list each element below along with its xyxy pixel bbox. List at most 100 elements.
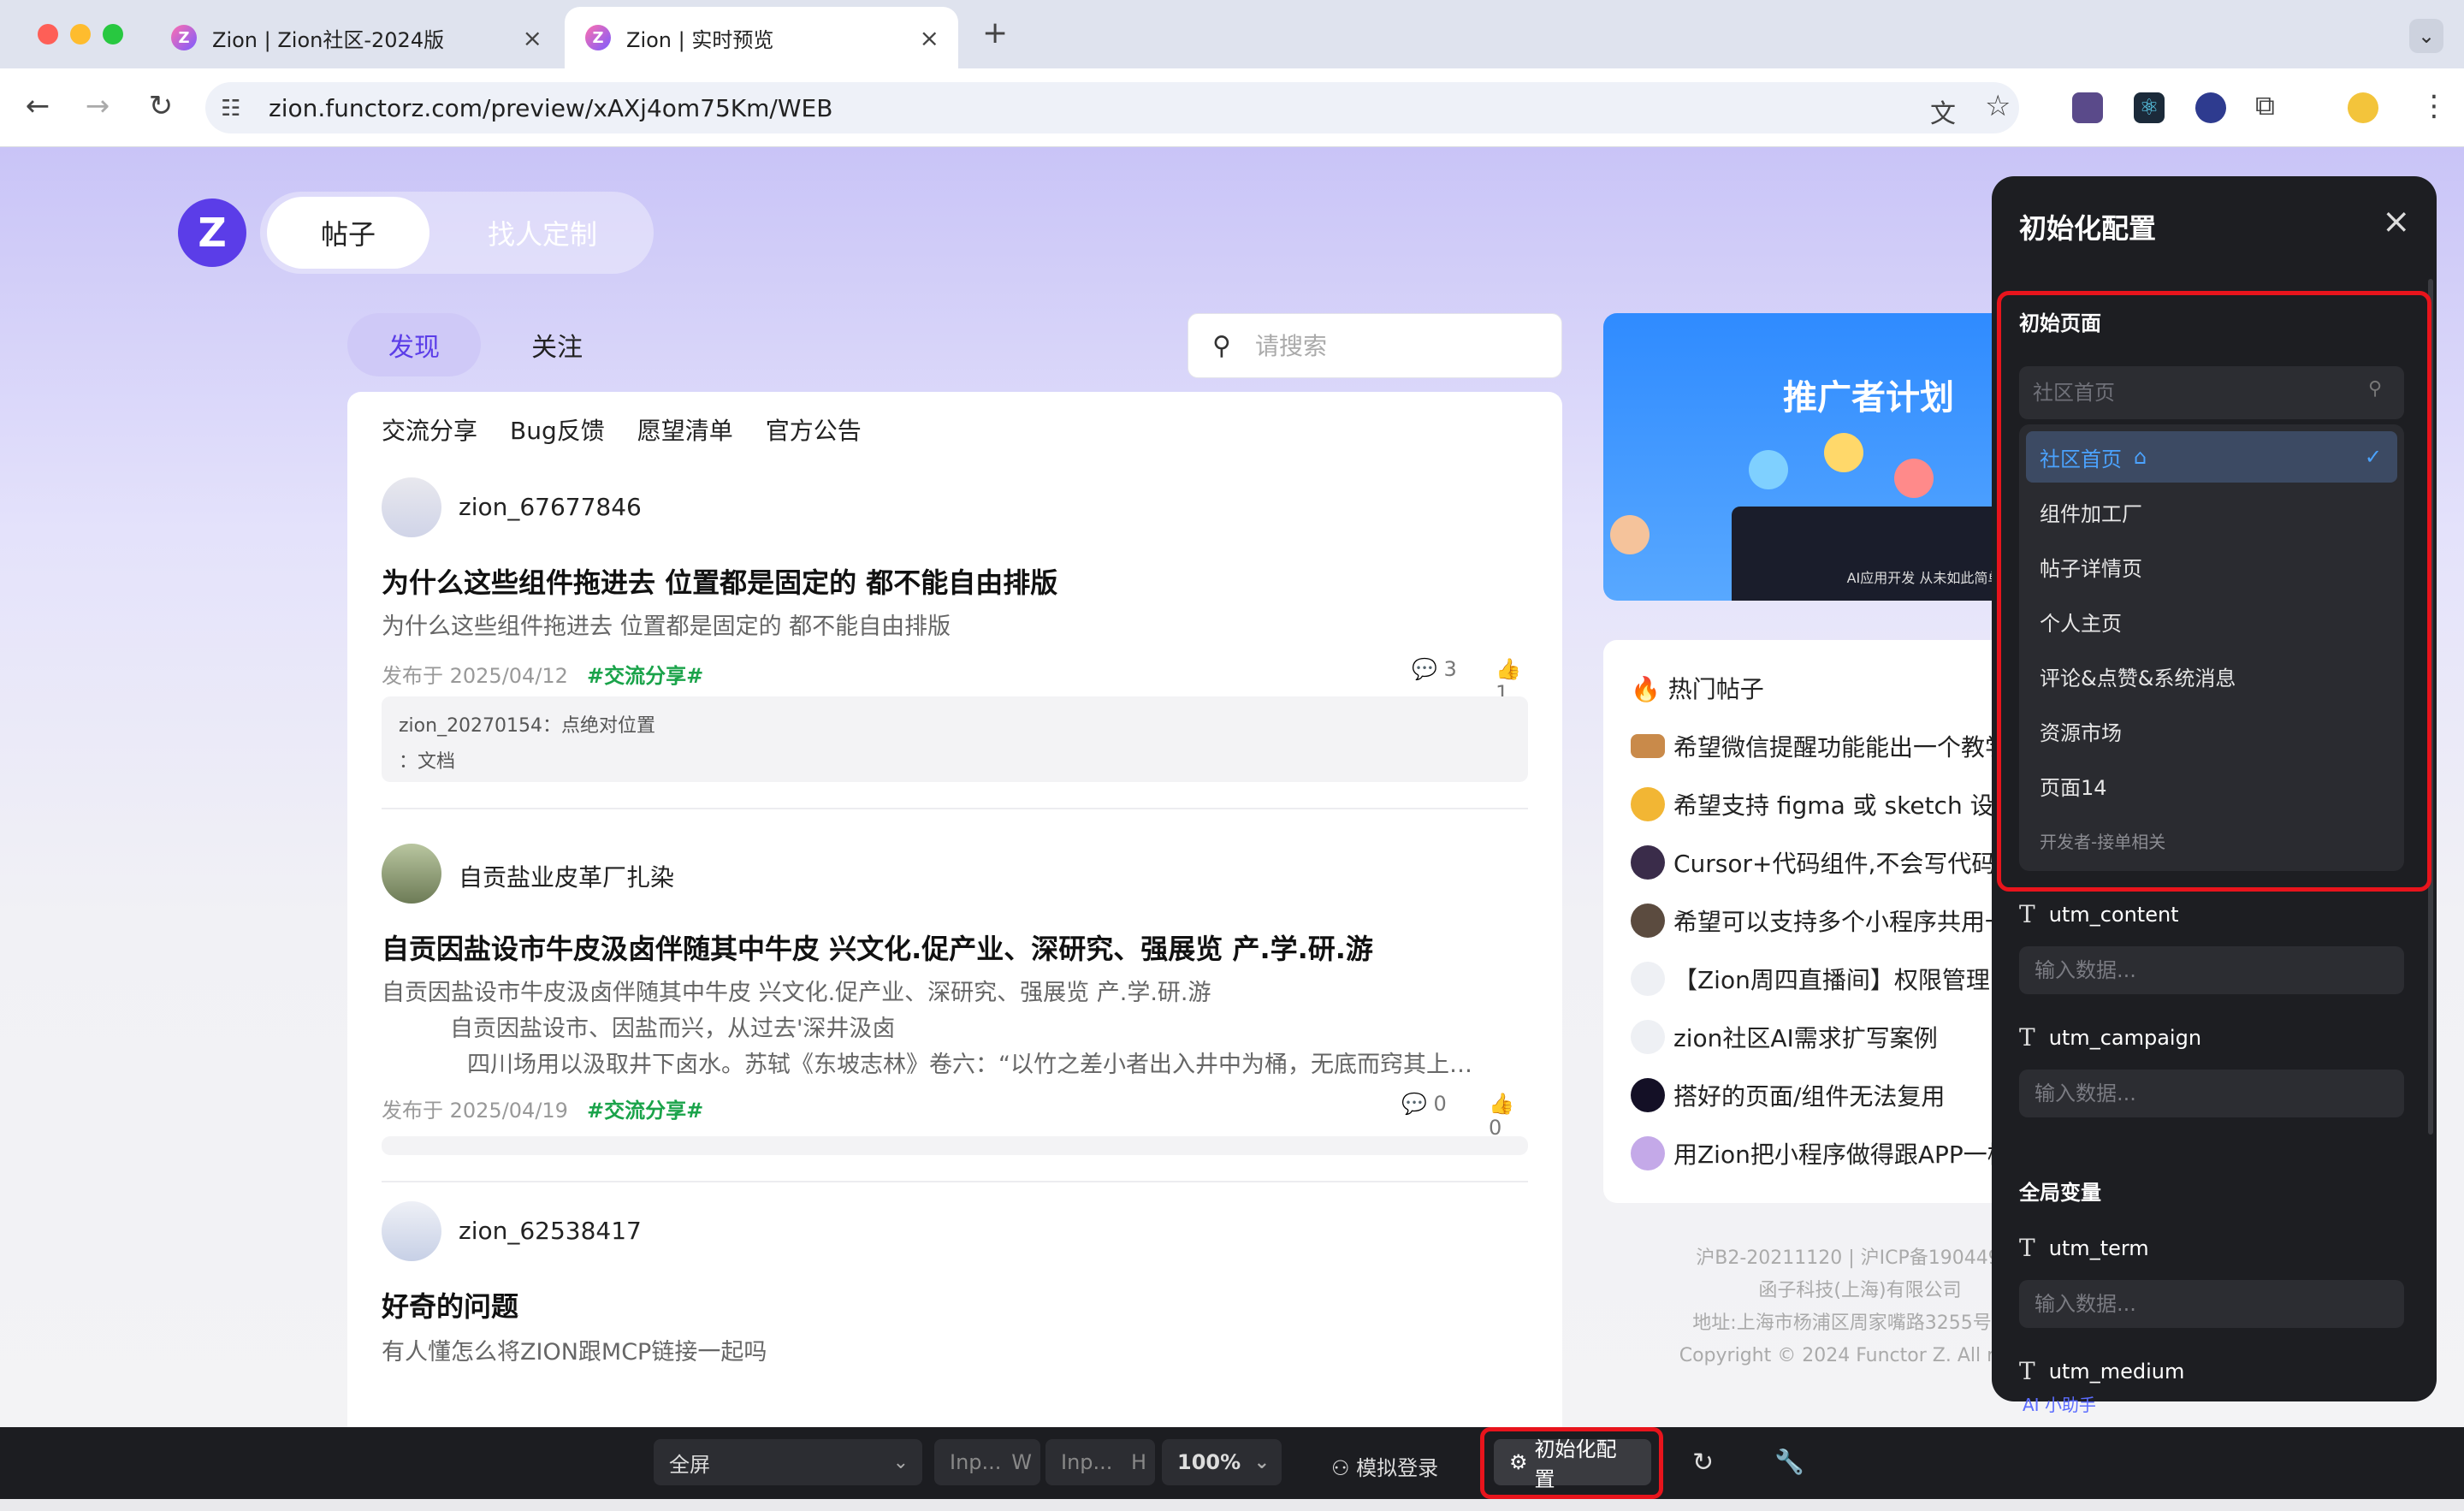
tab-following[interactable]: 关注 [490, 313, 624, 376]
category-announcement[interactable]: 官方公告 [766, 412, 862, 447]
post-author[interactable]: zion_67677846 [459, 493, 642, 521]
minimize-window-button[interactable] [70, 24, 91, 44]
text-type-icon: T [2019, 1357, 2035, 1385]
hot-post-item[interactable]: 【Zion周四直播间】权限管理 [1631, 962, 1990, 996]
comment-count-value: 0 [1433, 1092, 1447, 1116]
global-var-name: utm_term [2048, 1235, 2149, 1260]
mock-login-button[interactable]: ⚇ 模拟登录 [1331, 1451, 1438, 1481]
avatar[interactable] [382, 477, 441, 537]
back-arrow-icon[interactable]: ← [19, 89, 56, 123]
post-card[interactable]: zion_62538417 好奇的问题 有人懂怎么将ZION跟MCP链接一起吗 [382, 1201, 1528, 1427]
avatar[interactable] [382, 844, 441, 904]
height-unit: H [1130, 1450, 1146, 1474]
browser-menu-icon[interactable]: ⋮ [2420, 89, 2449, 123]
hot-post-item[interactable]: 用Zion把小程序做得跟APP一样 [1631, 1136, 2011, 1170]
avatar [1631, 845, 1665, 880]
avatar [1610, 515, 1650, 554]
chevron-down-icon: ⌄ [1253, 1451, 1270, 1473]
param-label: Tutm_content [2019, 900, 2179, 928]
extension-3-icon[interactable] [2195, 92, 2226, 123]
tab-discover[interactable]: 发现 [347, 313, 481, 376]
avatar[interactable] [382, 1201, 441, 1261]
utm-campaign-input[interactable] [2019, 1070, 2404, 1117]
category-bug[interactable]: Bug反馈 [510, 412, 605, 447]
maximize-window-button[interactable] [103, 24, 123, 44]
post-feed: 交流分享 Bug反馈 愿望清单 官方公告 zion_67677846 为什么这些… [347, 392, 1562, 1427]
bookmark-star-icon[interactable]: ☆ [1985, 89, 2011, 123]
hot-post-title: 【Zion周四直播间】权限管理 [1673, 966, 1990, 994]
param-name: utm_campaign [2048, 1025, 2202, 1050]
like-count[interactable]: 👍 0 [1489, 1092, 1528, 1140]
post-tag[interactable]: #交流分享# [587, 659, 703, 689]
hot-post-title: 搭好的页面/组件无法复用 [1673, 1082, 1946, 1111]
tab-list-chevron-icon[interactable]: ⌄ [2409, 19, 2443, 53]
react-devtools-icon[interactable]: ⚛ [2134, 92, 2165, 123]
post-title[interactable]: 为什么这些组件拖进去 位置都是固定的 都不能自由排版 [382, 561, 1057, 601]
hot-post-title: 希望支持 figma 或 sketch 设计 [1673, 791, 2018, 820]
search-icon: ⚲ [1212, 331, 1231, 361]
comment-icon: 💬 [1401, 1092, 1427, 1116]
mock-login-label: 模拟登录 [1356, 1456, 1439, 1480]
post-date: 发布于 2025/04/19 [382, 1099, 568, 1123]
post-author[interactable]: 自贡盐业皮革厂扎染 [459, 859, 674, 893]
hot-post-item[interactable]: 希望微信提醒功能能出一个教学 [1631, 729, 2009, 763]
translate-icon[interactable]: 文 [1930, 92, 1956, 130]
tab-find-custom[interactable]: 找人定制 [448, 197, 637, 269]
zion-logo[interactable]: Z [178, 199, 246, 267]
utm-term-input[interactable] [2019, 1280, 2404, 1328]
hot-post-item[interactable]: zion社区AI需求扩写案例 [1631, 1020, 1938, 1054]
hot-post-item[interactable]: 希望可以支持多个小程序共用一 [1631, 904, 2009, 938]
comment-count[interactable]: 💬 3 [1412, 657, 1457, 681]
width-input-placeholder: Inp... [950, 1450, 1002, 1474]
param-name: utm_content [2048, 902, 2179, 927]
refresh-icon[interactable]: ↻ [1692, 1448, 1714, 1478]
extension-1-icon[interactable] [2072, 92, 2103, 123]
post-card[interactable]: zion_67677846 为什么这些组件拖进去 位置都是固定的 都不能自由排版… [382, 477, 1528, 820]
browser-tab-1[interactable]: Z Zion | Zion社区-2024版 × [151, 7, 561, 68]
utm-content-input[interactable] [2019, 946, 2404, 994]
hot-post-item[interactable]: Cursor+代码组件,不会写代码的 [1631, 845, 2019, 880]
category-wishlist[interactable]: 愿望清单 [637, 412, 733, 447]
post-body: 四川场用以汲取井下卤水。苏轼《东坡志林》卷六：“以竹之差小者出入井中为桶，无底而… [467, 1052, 1472, 1078]
extensions-puzzle-icon[interactable]: ⧉ [2255, 89, 2275, 122]
avatar [1749, 450, 1788, 489]
hot-post-item[interactable]: 希望支持 figma 或 sketch 设计 [1631, 787, 2018, 821]
window-bottom-edge [0, 1499, 2464, 1511]
text-type-icon: T [2019, 1234, 2035, 1262]
divider [382, 1181, 1528, 1182]
url-text[interactable]: zion.functorz.com/preview/xAXj4om75Km/WE… [269, 94, 832, 122]
zoom-select[interactable]: 100% ⌄ [1162, 1439, 1282, 1485]
tab-title: Zion | 实时预览 [626, 27, 774, 52]
new-tab-icon[interactable]: + [982, 15, 1008, 50]
reload-icon[interactable]: ↻ [142, 89, 180, 123]
post-tag[interactable]: #交流分享# [587, 1093, 703, 1123]
comment-count-value: 3 [1443, 657, 1457, 681]
reply-text: ：文档 [399, 751, 456, 773]
close-window-button[interactable] [38, 24, 58, 44]
site-settings-icon[interactable]: ☷ [221, 96, 240, 121]
category-exchange[interactable]: 交流分享 [382, 412, 477, 447]
tab-posts[interactable]: 帖子 [267, 197, 429, 269]
forward-arrow-icon[interactable]: → [79, 89, 116, 123]
zoom-value: 100% [1177, 1450, 1241, 1474]
close-icon[interactable]: × [2382, 202, 2411, 241]
width-input[interactable]: Inp... W [934, 1439, 1040, 1485]
comment-count[interactable]: 💬 0 [1401, 1092, 1447, 1116]
hot-post-item[interactable]: 搭好的页面/组件无法复用 [1631, 1078, 1945, 1112]
panel-title: 初始化配置 [2019, 212, 2157, 245]
post-author[interactable]: zion_62538417 [459, 1217, 642, 1245]
close-icon[interactable]: × [523, 24, 542, 52]
post-title[interactable]: 好奇的问题 [382, 1285, 518, 1324]
avatar [1824, 433, 1863, 472]
height-input[interactable]: Inp... H [1045, 1439, 1155, 1485]
global-var-label: Tutm_medium [2019, 1357, 2184, 1385]
device-select[interactable]: 全屏 ⌄ [654, 1439, 922, 1485]
post-card[interactable]: 自贡盐业皮革厂扎染 自贡因盐设市牛皮汲卤伴随其中牛皮 兴文化.促产业、深研究、强… [382, 844, 1528, 1194]
ai-helper-link[interactable]: AI 小助手 [2023, 1391, 2096, 1416]
browser-tab-2[interactable]: Z Zion | 实时预览 × [565, 7, 958, 68]
search-input[interactable] [1255, 324, 1546, 367]
close-icon[interactable]: × [920, 24, 939, 52]
post-title[interactable]: 自贡因盐设市牛皮汲卤伴随其中牛皮 兴文化.促产业、深研究、强展览 产.学.研.游 [382, 927, 1373, 967]
profile-avatar[interactable] [2348, 92, 2378, 123]
wrench-icon[interactable]: 🔧 [1774, 1448, 1804, 1476]
